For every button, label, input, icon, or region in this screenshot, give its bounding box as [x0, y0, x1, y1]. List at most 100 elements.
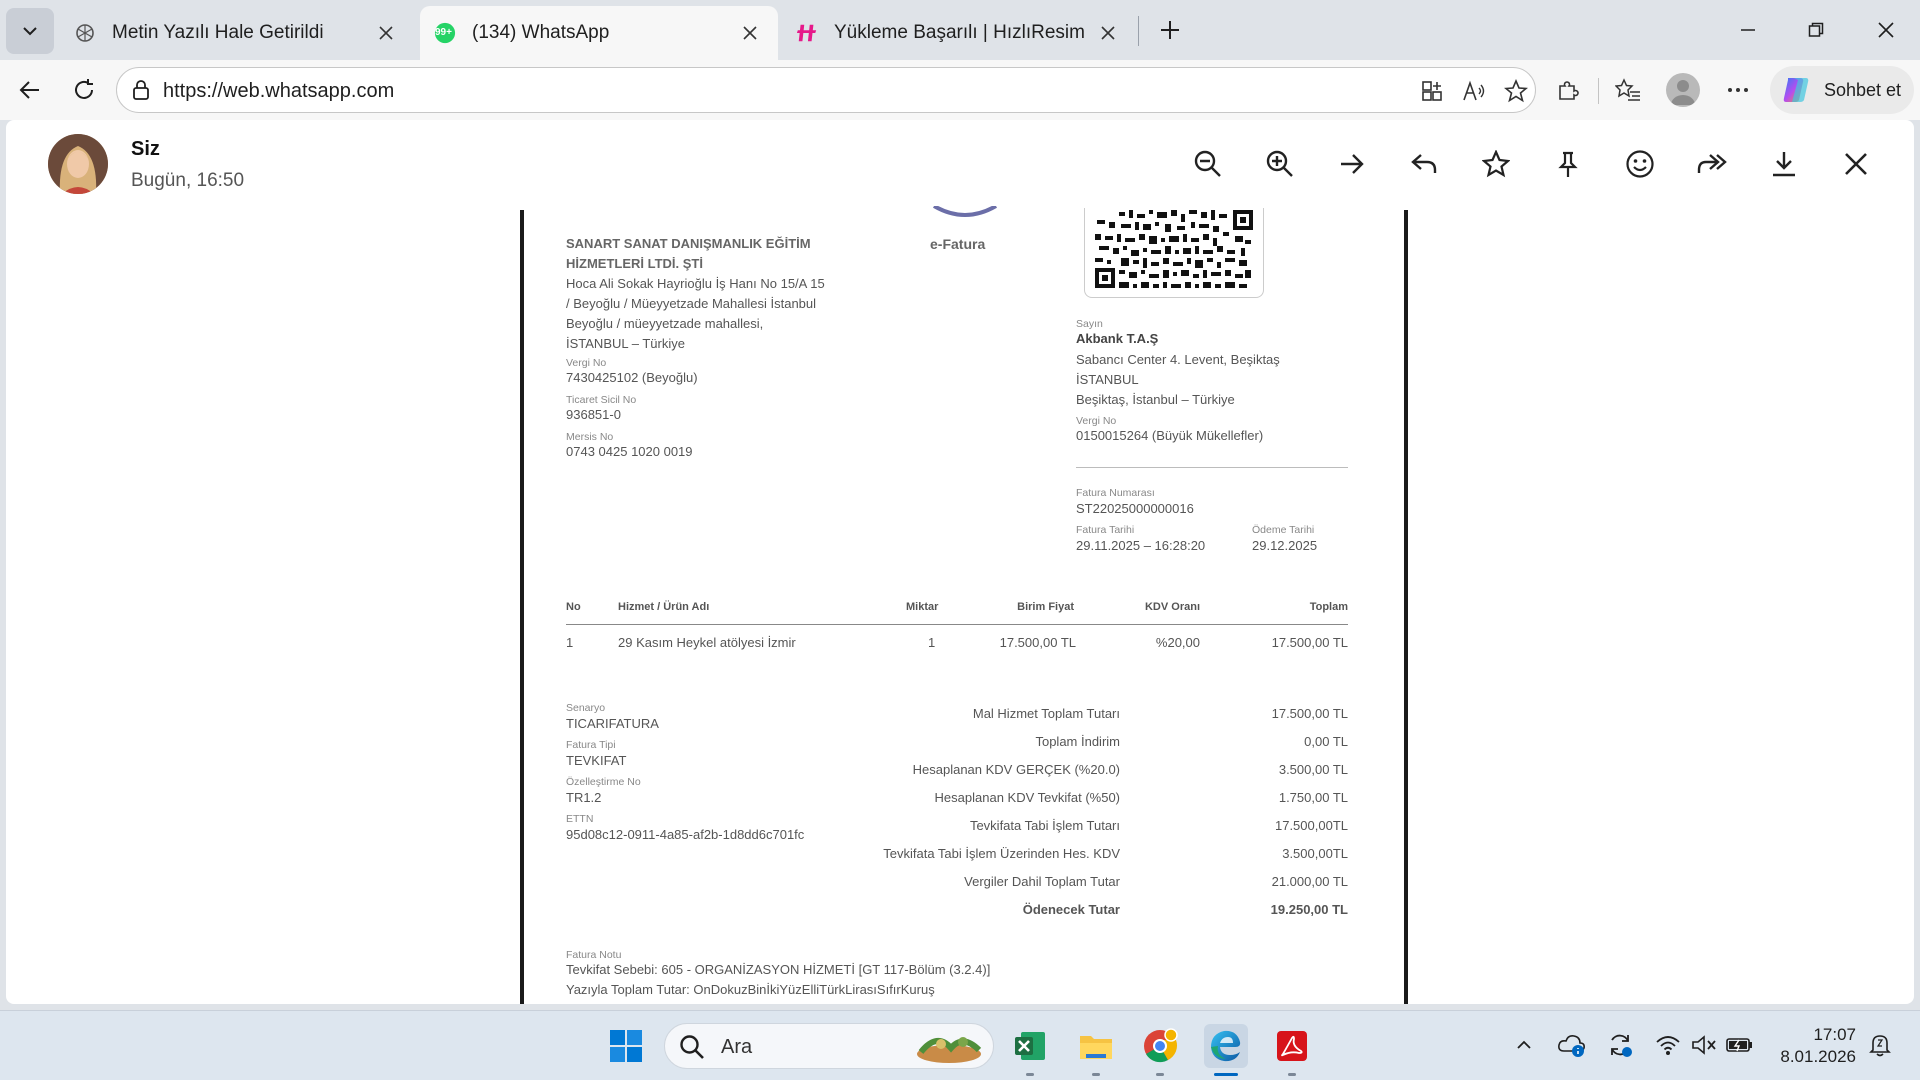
star-icon	[1482, 150, 1510, 178]
favorite-star-icon[interactable]	[1501, 76, 1531, 106]
sync-tray-icon[interactable]	[1604, 1029, 1636, 1061]
cloud-icon	[1558, 1035, 1585, 1057]
close-tab-icon[interactable]	[372, 19, 400, 47]
favorites-list-icon	[1615, 78, 1640, 101]
amount-due-label: Ödenecek Tutar	[1022, 902, 1120, 917]
taskbar-acrobat[interactable]	[1270, 1024, 1314, 1076]
tab-chatgpt[interactable]: Metin Yazılı Hale Getirildi	[60, 6, 414, 60]
taskbar: Ara 17:07 8.01.2026	[0, 1010, 1920, 1080]
totals-label: Mal Hizmet Toplam Tutarı	[972, 706, 1120, 721]
clock-date: 8.01.2026	[1780, 1047, 1856, 1066]
tab-whatsapp[interactable]: 99+ (134) WhatsApp	[420, 6, 778, 60]
invoice-note-line: Tevkifat Sebebi: 605 - ORGANİZASYON HİZM…	[566, 962, 991, 977]
ettn-value: 95d08c12-0911-4a85-af2b-1d8dd6c701fc	[566, 827, 805, 842]
forward-button[interactable]	[1694, 146, 1730, 182]
taskbar-search[interactable]: Ara	[664, 1023, 994, 1069]
address-bar[interactable]: https://web.whatsapp.com	[116, 67, 1536, 113]
browser-toolbar: https://web.whatsapp.com Sohbet et	[0, 60, 1920, 120]
back-button[interactable]	[10, 70, 50, 110]
taskbar-excel[interactable]	[1008, 1024, 1052, 1076]
wifi-tray-icon[interactable]	[1652, 1029, 1684, 1061]
close-window-button[interactable]	[1852, 0, 1920, 60]
seller-address-line: Beyoğlu / müeyyetzade mahallesi,	[566, 316, 764, 331]
totals-label: Hesaplanan KDV Tevkifat (%50)	[934, 790, 1120, 805]
totals-value: 17.500,00 TL	[1271, 706, 1348, 721]
edge-icon	[1211, 1030, 1241, 1062]
chrome-icon	[1144, 1028, 1178, 1063]
start-button[interactable]	[604, 1024, 648, 1068]
taskbar-edge[interactable]	[1204, 1024, 1248, 1076]
table-cell-qty: 1	[928, 635, 936, 650]
totals-label: Tevkifata Tabi İşlem Üzerinden Hes. KDV	[883, 846, 1120, 861]
taskbar-chrome[interactable]	[1138, 1024, 1182, 1076]
seller-ticaret-value: 936851-0	[566, 407, 621, 422]
more-horizontal-icon	[1728, 88, 1748, 92]
media-viewer: Siz Bugün, 16:50 e-Fatura SANART SANAT D…	[6, 120, 1914, 1004]
lock-icon[interactable]	[131, 79, 151, 106]
invoice-note-line: Yazıyla Toplam Tutar: OnDokuzBinİkiYüzEl…	[566, 982, 935, 997]
seller-mersis-label: Mersis No	[566, 431, 614, 443]
invoice-document[interactable]: e-Fatura SANART SANAT DANIŞMANLIK EĞİTİM…	[520, 206, 1408, 1004]
table-header-no: No	[566, 601, 581, 613]
download-icon	[1773, 152, 1795, 177]
read-aloud-icon[interactable]	[1459, 76, 1489, 106]
taskbar-clock[interactable]: 17:07 8.01.2026	[1770, 1024, 1856, 1068]
totals-label: Vergiler Dahil Toplam Tutar	[964, 874, 1120, 889]
totals-value: 0,00 TL	[1304, 734, 1348, 749]
close-tab-icon[interactable]	[736, 19, 764, 47]
zoom-out-button[interactable]	[1190, 146, 1226, 182]
zoom-in-button[interactable]	[1262, 146, 1298, 182]
app-available-icon[interactable]	[1417, 76, 1447, 106]
battery-tray-icon[interactable]	[1724, 1029, 1756, 1061]
zoom-in-icon	[1266, 150, 1293, 177]
table-header-item: Hizmet / Ürün Adı	[618, 601, 710, 613]
onedrive-tray-icon[interactable]	[1556, 1029, 1588, 1061]
excel-icon	[1015, 1032, 1045, 1060]
show-hidden-icons-button[interactable]	[1508, 1029, 1540, 1061]
refresh-button[interactable]	[64, 70, 104, 110]
new-tab-button[interactable]	[1150, 10, 1190, 50]
toolbar-divider	[1598, 78, 1599, 104]
tab-actions-menu-button[interactable]	[6, 8, 54, 54]
close-viewer-button[interactable]	[1838, 146, 1874, 182]
totals-value: 3.500,00TL	[1282, 846, 1348, 861]
download-button[interactable]	[1766, 146, 1802, 182]
close-tab-icon[interactable]	[1094, 19, 1122, 47]
tab-title: Metin Yazılı Hale Getirildi	[112, 22, 324, 43]
reply-button[interactable]	[1406, 146, 1442, 182]
favorites-button[interactable]	[1608, 70, 1648, 110]
seller-address-line: / Beyoğlu / Müeyyetzade Mahallesi İstanb…	[566, 296, 817, 311]
go-to-message-button[interactable]	[1334, 146, 1370, 182]
profile-avatar[interactable]	[1666, 73, 1700, 107]
seller-mersis-value: 0743 0425 1020 0019	[566, 444, 693, 459]
notification-center-button[interactable]	[1864, 1029, 1896, 1061]
plus-icon	[1161, 21, 1179, 39]
seller-address-line: İSTANBUL – Türkiye	[566, 336, 685, 351]
tab-separator	[1138, 16, 1139, 46]
buyer-address-line: İSTANBUL	[1076, 372, 1139, 387]
running-indicator	[1092, 1073, 1100, 1076]
message-timestamp: Bugün, 16:50	[131, 170, 245, 191]
reply-icon	[1411, 154, 1437, 173]
copilot-button[interactable]: Sohbet et	[1770, 66, 1914, 114]
doc-type-label: e-Fatura	[930, 236, 986, 252]
avatar[interactable]	[48, 134, 108, 194]
pin-button[interactable]	[1550, 146, 1586, 182]
taskbar-file-explorer[interactable]	[1074, 1024, 1118, 1076]
url-text[interactable]: https://web.whatsapp.com	[163, 80, 394, 103]
tab-hizliresim[interactable]: Yükleme Başarılı | HızlıResim	[782, 6, 1136, 60]
minimize-button[interactable]	[1714, 0, 1782, 60]
totals-label: Tevkifata Tabi İşlem Tutarı	[969, 818, 1120, 833]
running-indicator	[1026, 1073, 1034, 1076]
refresh-icon	[75, 79, 93, 99]
tab-title: (134) WhatsApp	[472, 22, 610, 43]
extensions-button[interactable]	[1548, 70, 1588, 110]
copilot-label: Sohbet et	[1824, 79, 1902, 100]
volume-tray-icon[interactable]	[1688, 1029, 1720, 1061]
pin-icon	[1558, 151, 1578, 177]
restore-button[interactable]	[1782, 0, 1850, 60]
star-message-button[interactable]	[1478, 146, 1514, 182]
settings-more-button[interactable]	[1718, 70, 1758, 110]
invoice-date-label: Fatura Tarihi	[1076, 524, 1135, 536]
react-button[interactable]	[1622, 146, 1658, 182]
